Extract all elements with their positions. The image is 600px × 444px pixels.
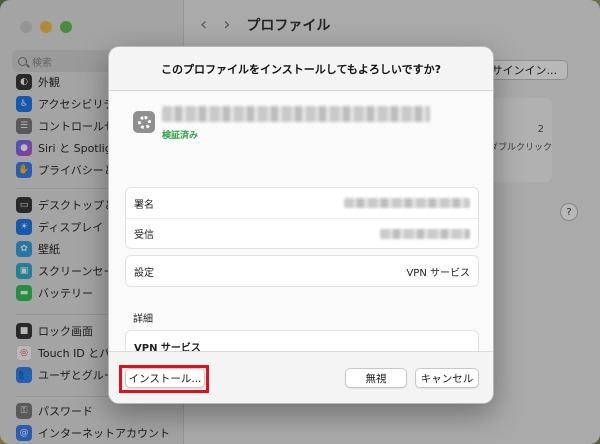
install-highlight-box [119,365,209,393]
cancel-button[interactable]: キャンセル [415,368,479,388]
install-profile-dialog: このプロファイルをインストールしてもよろしいですか? 検証済み 署名 受信 設定… [108,46,494,404]
vpn-heading-row: VPN サービス [126,331,478,354]
profile-gear-icon [133,111,155,133]
redacted-profile-name [162,106,430,122]
ignore-button[interactable]: 無視 [345,368,407,388]
verified-badge: 検証済み [162,131,199,141]
received-row: 受信 [126,218,478,248]
signed-label: 署名 [134,199,154,211]
dialog-title: このプロファイルをインストールしてもよろしいですか? [161,62,441,76]
settings-row: 設定 VPN サービス [126,256,478,286]
redacted-received [380,228,470,239]
details-heading: 詳細 [133,314,153,325]
received-label: 受信 [134,230,154,241]
settings-group: 設定 VPN サービス [125,255,479,287]
redacted-signer [344,198,470,208]
vpn-details-group: VPN サービス 説明 [125,330,479,353]
settings-label: 設定 [134,267,154,279]
profile-summary: 検証済み [133,106,430,141]
signature-group: 署名 受信 [125,187,479,249]
dialog-body: 検証済み 署名 受信 設定 VPN サービス 詳細 VPN サービス [109,92,493,353]
dialog-header: このプロファイルをインストールしてもよろしいですか? [109,47,493,91]
signed-row: 署名 [126,188,478,218]
settings-value: VPN サービス [406,267,470,279]
